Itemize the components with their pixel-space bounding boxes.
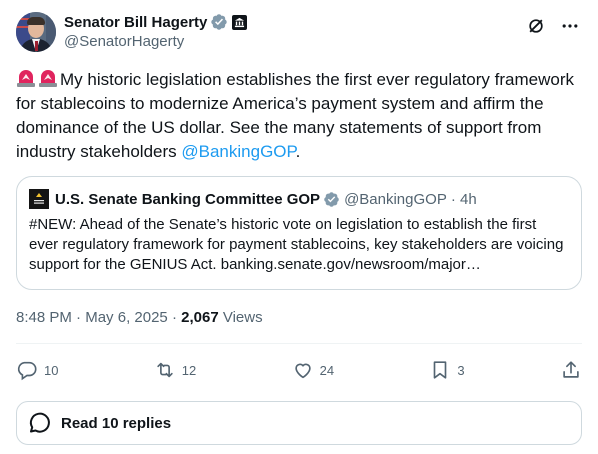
quoted-time: · 4h <box>450 190 477 208</box>
police-light-emoji <box>17 70 35 87</box>
quoted-tweet-header: U.S. Senate Banking Committee GOP @Banki… <box>29 189 569 209</box>
divider-top <box>16 343 582 344</box>
tweet-time[interactable]: 8:48 PM <box>16 309 72 326</box>
reply-button[interactable]: 10 <box>16 359 58 381</box>
quoted-display-name[interactable]: U.S. Senate Banking Committee GOP <box>55 191 320 208</box>
tweet-meta: 8:48 PM · May 6, 2025 · 2,067 Views <box>16 308 263 328</box>
quoted-text: #NEW: Ahead of the Senate’s historic vot… <box>29 216 564 273</box>
tweet-text: My historic legislation establishes the … <box>16 68 582 164</box>
action-bar: 10 12 24 3 <box>16 356 582 384</box>
tweet-text-end: . <box>295 142 301 161</box>
verified-check-icon <box>324 191 339 207</box>
grok-button[interactable] <box>524 14 548 38</box>
avatar-tie <box>34 41 38 51</box>
views-label: Views <box>218 309 263 326</box>
quoted-tweet[interactable]: U.S. Senate Banking Committee GOP @Banki… <box>16 176 582 290</box>
tweet-header: Senator Bill Hagerty @SenatorHagerty <box>16 12 582 52</box>
tweet-date[interactable]: May 6, 2025 <box>85 309 168 326</box>
more-button[interactable] <box>558 14 582 38</box>
banking-gop-logo <box>29 189 49 209</box>
author-display-name[interactable]: Senator Bill Hagerty <box>64 14 207 31</box>
read-replies-button[interactable]: Read 10 replies <box>16 401 582 445</box>
repost-count: 12 <box>181 362 197 378</box>
views-count: 2,067 <box>181 309 219 326</box>
government-building-icon <box>232 14 248 30</box>
reply-count: 10 <box>44 362 59 378</box>
like-count: 24 <box>319 362 335 378</box>
bookmark-icon <box>434 361 447 379</box>
more-dots-icon <box>562 24 578 28</box>
police-light-emoji <box>39 70 57 87</box>
author-name-row: Senator Bill Hagerty <box>64 12 248 32</box>
reply-icon <box>17 361 37 381</box>
author-handle[interactable]: @SenatorHagerty <box>64 32 247 52</box>
repost-button[interactable]: 12 <box>154 359 196 381</box>
header-actions <box>524 14 582 38</box>
meta-separator: · <box>167 309 182 326</box>
quoted-avatar[interactable] <box>29 189 49 209</box>
verified-check-icon[interactable] <box>210 13 228 31</box>
bookmark-button[interactable]: 3 <box>429 359 465 381</box>
share-icon <box>563 361 579 378</box>
mention-link[interactable]: @BankingGOP <box>181 142 295 161</box>
chat-bubble-icon <box>29 412 50 433</box>
meta-separator: · <box>71 309 86 326</box>
read-replies-label: Read 10 replies <box>61 414 172 432</box>
bookmark-count: 3 <box>457 362 465 378</box>
like-button[interactable]: 24 <box>292 359 334 381</box>
share-button[interactable] <box>560 359 582 381</box>
repost-icon <box>157 362 173 378</box>
grok-icon <box>529 19 543 33</box>
quoted-handle[interactable]: @BankingGOP <box>344 191 447 208</box>
author-avatar[interactable] <box>16 12 56 52</box>
author-names: Senator Bill Hagerty @SenatorHagerty <box>64 12 248 52</box>
avatar-hair <box>27 17 45 25</box>
government-building-glyph <box>235 17 245 27</box>
heart-icon <box>294 363 311 379</box>
